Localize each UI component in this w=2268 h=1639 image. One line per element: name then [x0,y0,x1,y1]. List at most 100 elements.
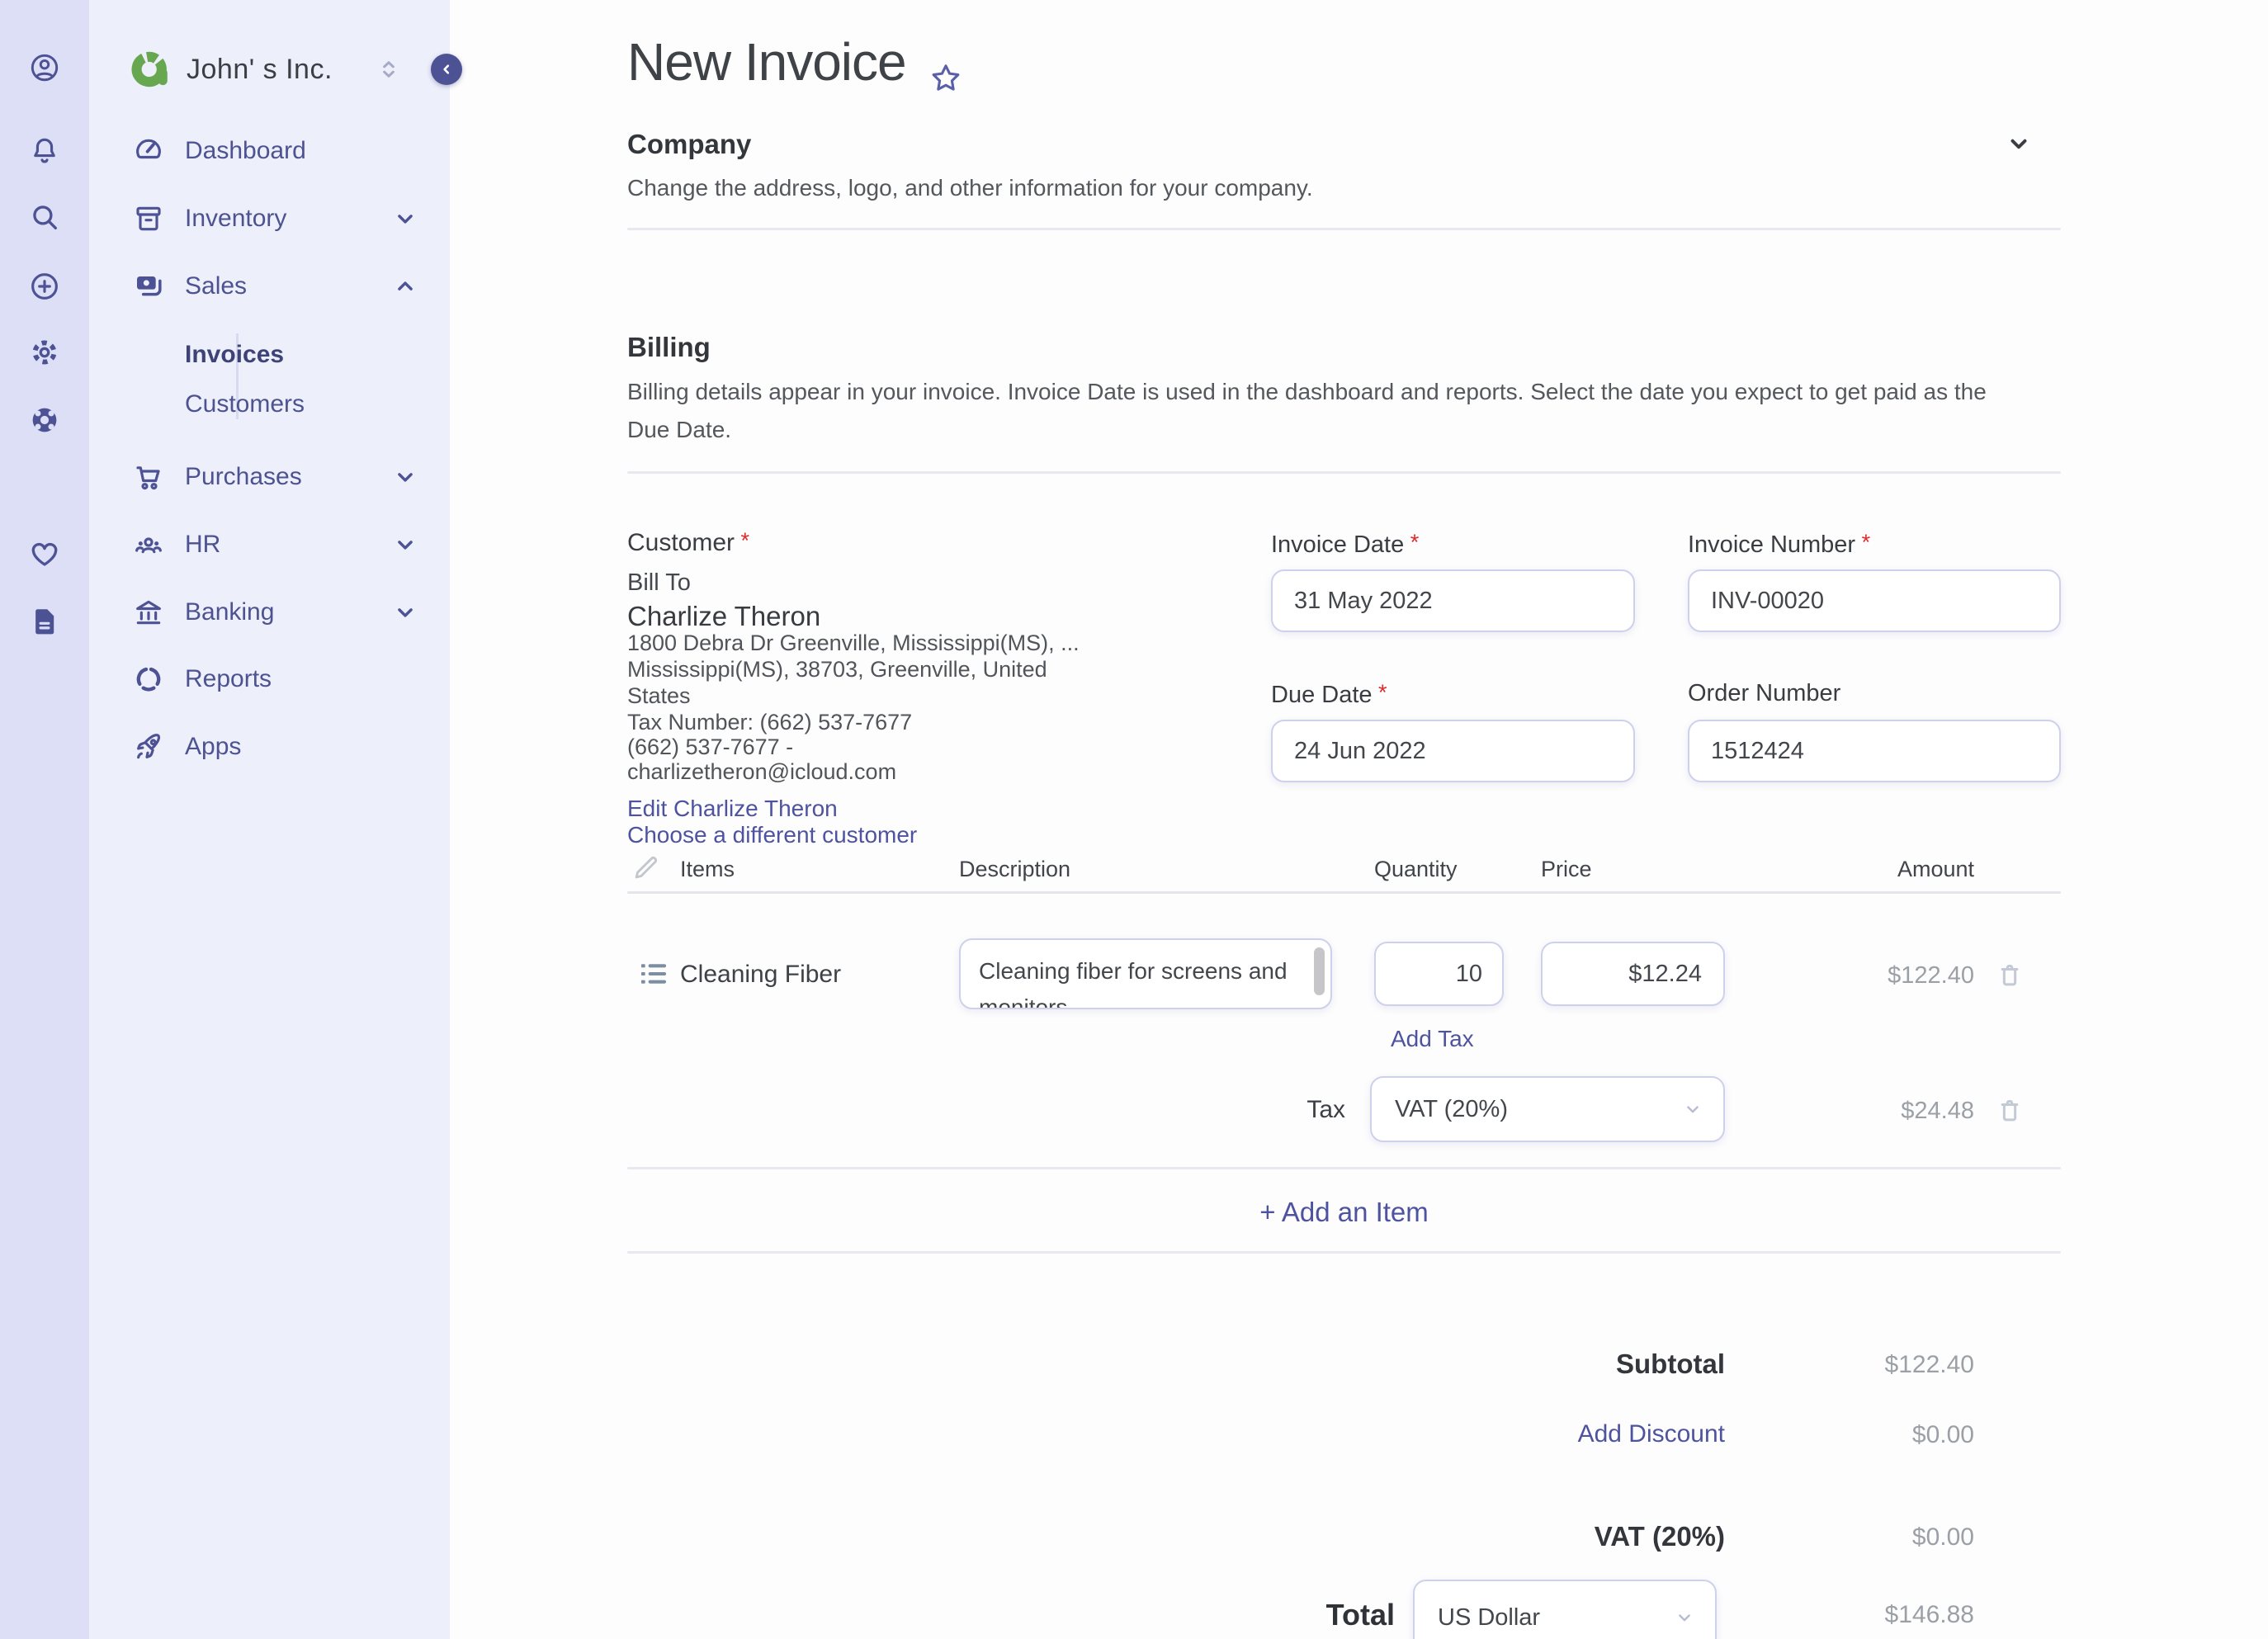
divider [627,1167,2061,1169]
favorite-star-icon[interactable] [928,48,964,91]
company-section-chevron-icon[interactable] [2004,129,2034,158]
sidebar-item-label: Apps [185,733,242,760]
currency-select[interactable]: US Dollar [1413,1580,1717,1639]
company-name: John' s Inc. [187,53,333,85]
divider [627,471,2061,474]
item-description-textarea[interactable]: Cleaning fiber for screens and monitors [959,938,1332,1009]
order-number-label: Order Number [1688,680,1841,706]
dashboard-gauge-icon [132,135,165,168]
documents-file-icon[interactable] [25,602,64,641]
customer-email: charlizetheron@icloud.com [627,759,897,784]
chevron-down-icon [391,598,419,626]
company-section-title: Company [627,129,752,159]
purchases-cart-icon [132,461,165,494]
sidebar-item-hr[interactable]: HR [89,518,450,571]
add-new-plus-icon[interactable] [25,267,64,306]
edit-items-pencil-icon [631,852,662,883]
invoice-number-label: Invoice Number [1688,530,1870,559]
customer-address-line: Mississippi(MS), 38703, Greenville, Unit… [627,657,1047,682]
main-content: New Invoice Company Change the address, … [450,0,2268,1639]
item-name[interactable]: Cleaning Fiber [680,961,841,989]
sidebar-subitem-customers[interactable]: Customers [89,381,450,427]
vat-label: VAT (20%) [1594,1521,1725,1552]
sidebar-item-label: Sales [185,272,248,300]
tax-label: Tax [1306,1096,1345,1123]
sidebar-item-label: HR [185,531,221,558]
amount-column-header: Amount [1897,857,1974,881]
choose-customer-link[interactable]: Choose a different customer [627,822,917,848]
workspace-switcher[interactable]: John' s Inc. [89,40,450,99]
sidebar-item-label: Banking [185,598,275,626]
banking-bank-icon [132,596,165,629]
sidebar-item-reports[interactable]: Reports [89,653,450,706]
billing-section-description: Billing details appear in your invoice. … [627,379,1987,442]
reports-piechart-icon [132,663,165,696]
table-header-divider [627,891,2061,894]
customer-label: Customer [627,528,749,557]
due-date-input[interactable] [1271,720,1635,782]
description-column-header: Description [959,857,1071,881]
bill-to-label: Bill To [627,569,691,596]
search-icon[interactable] [25,197,64,237]
invoice-date-input[interactable] [1271,569,1635,632]
delete-item-trash-icon[interactable] [1994,959,2025,990]
switch-company-icon[interactable] [376,56,402,83]
add-discount-link[interactable]: Add Discount [1395,1420,1725,1448]
invoice-number-input[interactable] [1688,569,2061,632]
item-quantity-input[interactable] [1374,942,1504,1006]
sidebar-item-purchases[interactable]: Purchases [89,451,450,503]
billing-section-title: Billing [627,332,711,362]
due-date-label: Due Date [1271,680,1387,709]
sidebar-item-sales[interactable]: Sales [89,260,450,313]
sidebar-nav: John' s Inc. Dashboard Inventory Sales I… [89,0,462,1639]
sidebar-subitem-label: Invoices [185,341,285,368]
sidebar-item-label: Purchases [185,463,302,490]
item-list-icon[interactable] [638,958,669,990]
sidebar-subitem-invoices[interactable]: Invoices [89,332,450,378]
sidebar-item-label: Reports [185,665,272,692]
item-price-input[interactable] [1541,942,1725,1006]
edit-customer-link[interactable]: Edit Charlize Theron [627,796,838,822]
textarea-scrollbar[interactable] [1314,947,1325,995]
profile-icon[interactable] [25,48,64,87]
delete-tax-trash-icon[interactable] [1994,1094,2025,1126]
chevron-down-icon [391,205,419,233]
chevron-down-icon [391,463,419,491]
icon-rail [0,0,89,1639]
sidebar-item-banking[interactable]: Banking [89,586,450,639]
hr-people-icon [132,528,165,561]
vat-value: $0.00 [1911,1523,1974,1551]
sidebar-item-inventory[interactable]: Inventory [89,192,450,245]
add-tax-link[interactable]: Add Tax [1391,1026,1474,1052]
tax-amount: $24.48 [1901,1098,1974,1124]
chevron-down-icon [391,531,419,559]
total-value: $146.88 [1884,1601,1974,1628]
subtotal-label: Subtotal [1616,1349,1725,1379]
sidebar-item-apps[interactable]: Apps [89,720,450,773]
settings-gear-icon[interactable] [25,333,64,372]
apps-rocket-icon [132,730,165,763]
item-amount: $122.40 [1888,962,1974,989]
add-item-button[interactable]: + Add an Item [627,1197,2061,1228]
sidebar-item-dashboard[interactable]: Dashboard [89,125,450,177]
sidebar-collapse-button[interactable] [431,54,462,85]
sidebar-subitem-label: Customers [185,390,305,418]
invoice-date-label: Invoice Date [1271,530,1419,559]
chevron-down-icon [1680,1097,1705,1122]
order-number-input[interactable] [1688,720,2061,782]
chevron-down-icon [1672,1605,1697,1630]
customer-address-line: 1800 Debra Dr Greenville, Mississippi(MS… [627,631,1080,655]
price-column-header: Price [1541,857,1592,881]
customer-phone: (662) 537-7677 - [627,734,794,759]
favorites-heart-icon[interactable] [25,534,64,574]
support-lifering-icon[interactable] [25,400,64,440]
items-column-header: Items [680,857,735,881]
notifications-bell-icon[interactable] [25,131,64,171]
customer-name: Charlize Theron [627,601,821,631]
quantity-column-header: Quantity [1374,857,1458,881]
subtotal-value: $122.40 [1884,1351,1974,1378]
customer-address-line: States [627,683,691,708]
divider [627,228,2061,230]
tax-select[interactable]: VAT (20%) [1370,1076,1725,1142]
sidebar-item-label: Inventory [185,205,287,232]
